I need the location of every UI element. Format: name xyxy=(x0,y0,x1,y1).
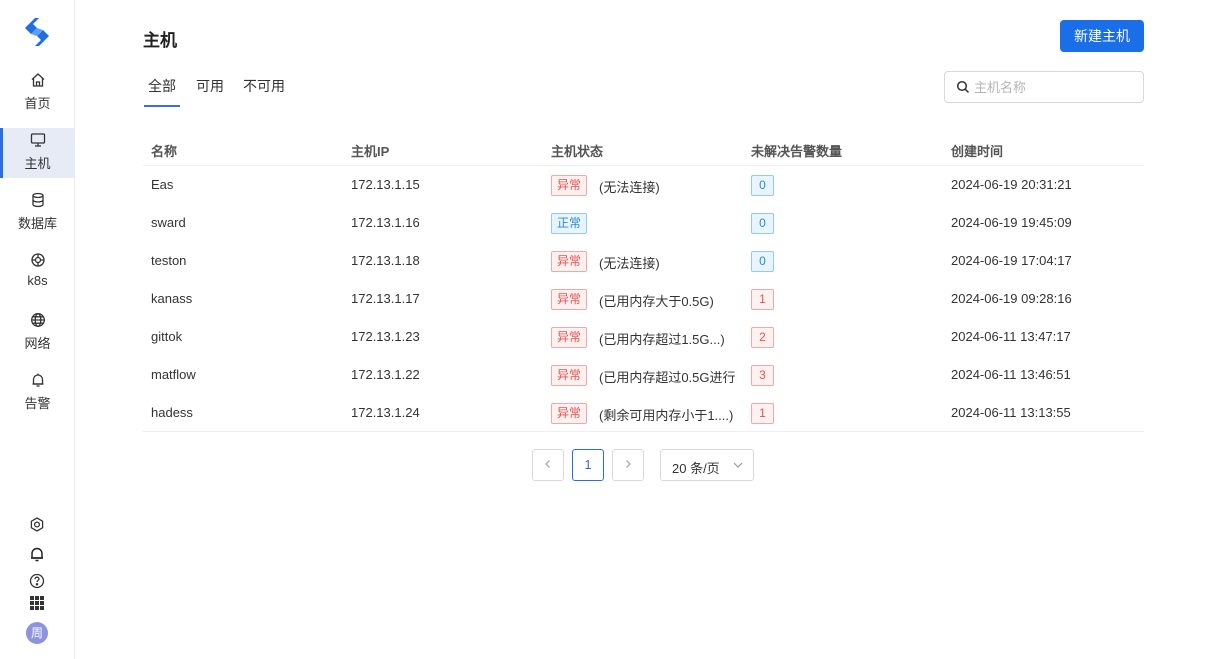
alert-count-badge: 3 xyxy=(751,365,774,386)
sidebar-item-alert[interactable]: 告警 xyxy=(0,368,75,418)
host-ip: 172.13.1.15 xyxy=(351,177,420,192)
notification-bell-icon[interactable] xyxy=(26,545,48,567)
alert-count-badge: 0 xyxy=(751,175,774,196)
table-row[interactable]: sward 172.13.1.16 正常 0 2024-06-19 19:45:09 xyxy=(143,204,1144,242)
host-name[interactable]: kanass xyxy=(151,291,192,306)
status-note: (无法连接) xyxy=(599,256,660,271)
host-name[interactable]: teston xyxy=(151,253,186,268)
host-ip: 172.13.1.22 xyxy=(351,367,420,382)
table-row[interactable]: kanass 172.13.1.17 异常 (已用内存大于0.5G) 1 2024-06-… xyxy=(143,280,1144,318)
chevron-left-icon xyxy=(545,460,550,468)
sidebar-item-k8s[interactable]: k8s xyxy=(0,248,75,298)
column-header-alerts: 未解决告警数量 xyxy=(751,144,843,159)
table-row[interactable]: Eas 172.13.1.15 异常 (无法连接) 0 2024-06-19 20:31:… xyxy=(143,166,1144,204)
alert-count-badge: 0 xyxy=(751,213,774,234)
tab-unavailable[interactable]: 不可用 xyxy=(243,76,285,96)
user-avatar[interactable]: 周 xyxy=(26,622,48,644)
page-number-button[interactable]: 1 xyxy=(572,449,604,481)
home-icon xyxy=(0,72,75,92)
status-note: (剩余可用内存小于1....) xyxy=(599,408,734,423)
table-header: 名称 主机IP 主机状态 未解决告警数量 创建时间 xyxy=(143,132,1144,166)
sidebar-item-label: 告警 xyxy=(24,396,51,411)
created-time: 2024-06-19 09:28:16 xyxy=(951,291,1072,306)
tab-all[interactable]: 全部 xyxy=(144,76,180,107)
prev-page-button[interactable] xyxy=(532,449,564,481)
next-page-button[interactable] xyxy=(612,449,644,481)
column-header-status: 主机状态 xyxy=(551,144,604,159)
table-row[interactable]: matflow 172.13.1.22 异常 (已用内存超过0.5G进行 3 2024-0… xyxy=(143,356,1144,394)
status-note: (无法连接) xyxy=(599,180,660,195)
search-input[interactable] xyxy=(974,78,1134,96)
alert-count-badge: 2 xyxy=(751,327,774,348)
sidebar-item-label: 主机 xyxy=(24,156,51,171)
page-size-value: 20 条/页 xyxy=(672,461,720,476)
host-ip: 172.13.1.24 xyxy=(351,405,420,420)
database-icon xyxy=(0,192,75,212)
tab-available[interactable]: 可用 xyxy=(196,76,224,96)
created-time: 2024-06-11 13:47:17 xyxy=(951,329,1071,344)
bell-icon xyxy=(0,372,75,392)
column-header-created: 创建时间 xyxy=(951,144,1004,159)
sidebar-item-home[interactable]: 首页 xyxy=(0,68,75,118)
host-name[interactable]: Eas xyxy=(151,177,173,192)
status-badge: 正常 xyxy=(551,213,588,234)
status-badge: 异常 xyxy=(551,251,588,272)
sidebar-item-label: 数据库 xyxy=(17,216,57,231)
sidebar-item-label: 网络 xyxy=(24,336,51,351)
host-name[interactable]: sward xyxy=(151,215,186,230)
apps-grid-icon[interactable] xyxy=(26,595,48,617)
monitor-icon xyxy=(0,132,75,152)
globe-icon xyxy=(0,312,75,332)
alert-count-badge: 1 xyxy=(751,403,774,424)
host-ip: 172.13.1.18 xyxy=(351,253,420,268)
table-row[interactable]: hadess 172.13.1.24 异常 (剩余可用内存小于1....) 1 2024-… xyxy=(143,394,1144,432)
table-body: Eas 172.13.1.15 异常 (无法连接) 0 2024-06-19 20:31:… xyxy=(143,166,1144,432)
table-row[interactable]: gittok 172.13.1.23 异常 (已用内存超过1.5G...) 2 2024-… xyxy=(143,318,1144,356)
sidebar: 首页 主机 数据库 k8s 网络 告警 周 xyxy=(0,0,75,659)
status-badge: 异常 xyxy=(551,289,588,310)
column-header-ip: 主机IP xyxy=(351,144,390,159)
alert-count-badge: 1 xyxy=(751,289,774,310)
new-host-button[interactable]: 新建主机 xyxy=(1060,20,1144,52)
table-row[interactable]: teston 172.13.1.18 异常 (无法连接) 0 2024-06-19 17:… xyxy=(143,242,1144,280)
created-time: 2024-06-19 19:45:09 xyxy=(951,215,1072,230)
status-badge: 异常 xyxy=(551,365,588,386)
page-title: 主机 xyxy=(143,31,177,50)
status-note: (已用内存超过0.5G进行 xyxy=(599,370,736,385)
host-ip: 172.13.1.16 xyxy=(351,215,420,230)
sidebar-item-label: 首页 xyxy=(24,96,51,111)
host-name[interactable]: gittok xyxy=(151,329,182,344)
created-time: 2024-06-11 13:46:51 xyxy=(951,367,1071,382)
host-name[interactable]: matflow xyxy=(151,367,196,382)
status-note: (已用内存超过1.5G...) xyxy=(599,332,725,347)
host-ip: 172.13.1.23 xyxy=(351,329,420,344)
search-icon xyxy=(956,80,970,94)
host-table: 名称 主机IP 主机状态 未解决告警数量 创建时间 Eas 172.13.1.15… xyxy=(143,132,1144,432)
sidebar-item-network[interactable]: 网络 xyxy=(0,308,75,358)
column-header-name: 名称 xyxy=(151,144,178,159)
host-ip: 172.13.1.17 xyxy=(351,291,420,306)
created-time: 2024-06-19 17:04:17 xyxy=(951,253,1072,268)
settings-icon[interactable] xyxy=(26,516,48,538)
status-badge: 异常 xyxy=(551,403,588,424)
status-badge: 异常 xyxy=(551,175,588,196)
kubernetes-icon xyxy=(0,252,75,272)
page-size-select[interactable]: 20 条/页 xyxy=(660,449,754,481)
chevron-down-icon xyxy=(732,459,744,471)
search-box xyxy=(944,71,1144,103)
host-name[interactable]: hadess xyxy=(151,405,193,420)
status-note: (已用内存大于0.5G) xyxy=(599,294,714,309)
sidebar-item-host[interactable]: 主机 xyxy=(0,128,75,178)
sidebar-item-label: k8s xyxy=(27,273,48,288)
created-time: 2024-06-19 20:31:21 xyxy=(951,177,1072,192)
app-logo-icon[interactable] xyxy=(21,16,53,48)
sidebar-item-database[interactable]: 数据库 xyxy=(0,188,75,238)
created-time: 2024-06-11 13:13:55 xyxy=(951,405,1071,420)
help-icon[interactable] xyxy=(26,572,48,594)
chevron-right-icon xyxy=(626,460,631,468)
status-badge: 异常 xyxy=(551,327,588,348)
alert-count-badge: 0 xyxy=(751,251,774,272)
